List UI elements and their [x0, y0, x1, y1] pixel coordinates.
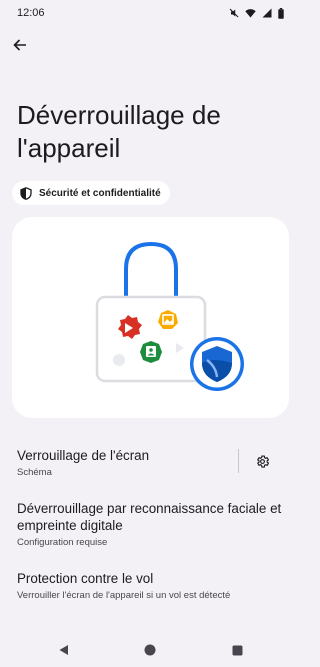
page-title: Déverrouillage de l'appareil [17, 100, 221, 163]
illustration-card [12, 217, 289, 418]
device-unlock-illustration [95, 241, 244, 391]
nav-home-icon [144, 644, 156, 656]
screen-lock-subtitle: Schéma [17, 467, 52, 478]
shield-badge-icon [190, 337, 244, 391]
do-not-disturb-icon [229, 8, 239, 18]
back-button[interactable] [8, 33, 32, 57]
nav-back-button[interactable] [56, 642, 72, 658]
security-privacy-chip[interactable]: Sécurité et confidentialité [12, 181, 170, 205]
screen-lock-item[interactable]: Verrouillage de l'écran Schéma [17, 447, 227, 479]
nav-back-icon [59, 645, 68, 655]
theft-protection-item[interactable]: Protection contre le vol Verrouiller l'é… [17, 570, 287, 602]
contacts-icon [140, 341, 162, 363]
face-fingerprint-unlock-item[interactable]: Déverrouillage par reconnaissance facial… [17, 500, 287, 549]
nav-home-button[interactable] [142, 642, 158, 658]
gear-icon [256, 454, 269, 468]
face-fingerprint-subtitle: Configuration requise [17, 537, 108, 548]
nav-recents-button[interactable] [229, 642, 245, 658]
wifi-icon [245, 9, 256, 18]
signal-icon [262, 8, 272, 18]
placeholder-dot [113, 354, 125, 366]
lock-shackle [124, 241, 178, 297]
chip-label: Sécurité et confidentialité [39, 187, 161, 199]
theft-protection-subtitle: Verrouiller l'écran de l'appareil si un … [17, 590, 231, 601]
status-icons [229, 7, 284, 19]
status-time: 12:06 [17, 7, 45, 19]
theft-protection-title: Protection contre le vol [17, 571, 154, 586]
screen-lock-title: Verrouillage de l'écran [17, 448, 150, 463]
arrow-back-icon [13, 39, 26, 51]
status-bar: 12:06 [0, 0, 300, 26]
vertical-divider [238, 449, 239, 473]
nav-recents-icon [232, 645, 242, 655]
lock-icon [95, 295, 207, 383]
face-fingerprint-title: Déverrouillage par reconnaissance facial… [17, 501, 282, 533]
navigation-bar [0, 633, 300, 667]
screen-lock-settings-button[interactable] [251, 450, 273, 472]
shield-icon [20, 186, 32, 200]
battery-icon [278, 7, 284, 19]
